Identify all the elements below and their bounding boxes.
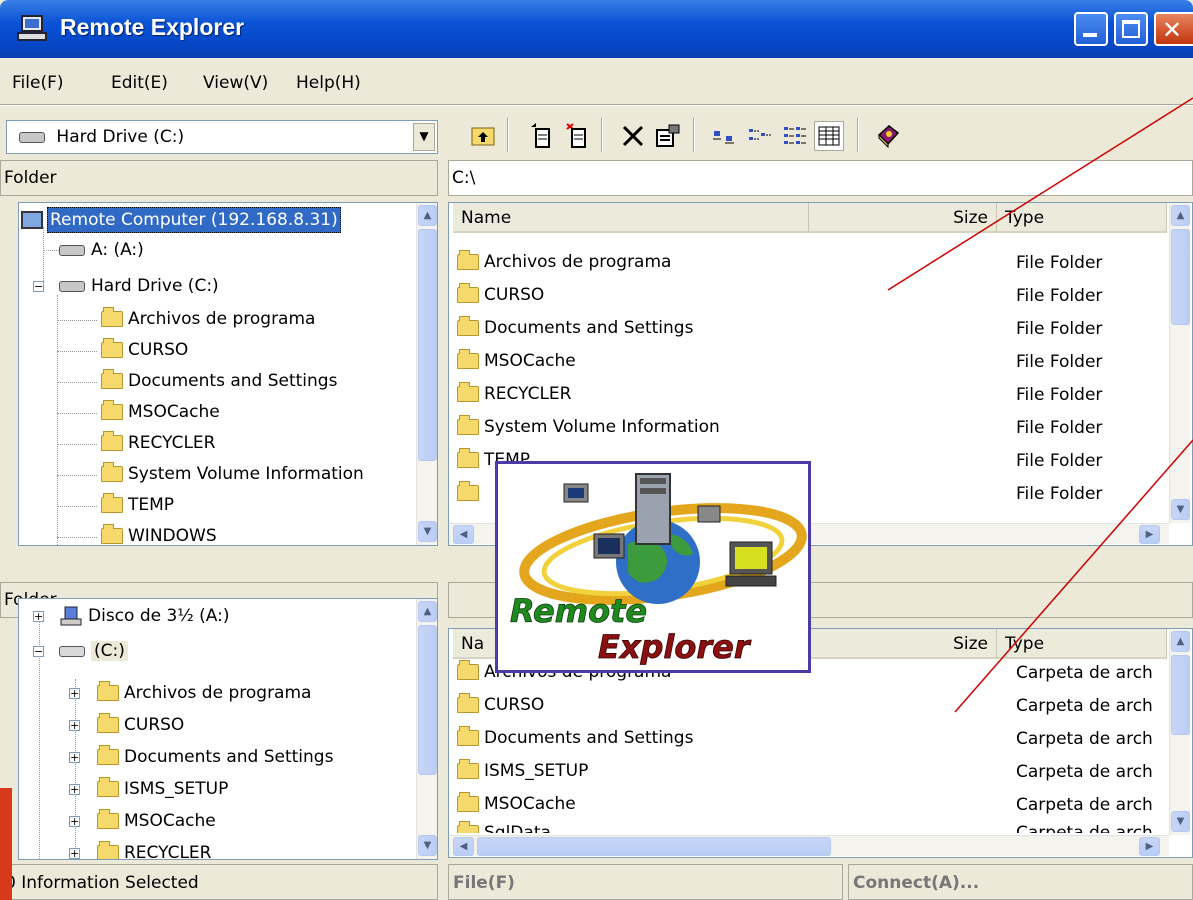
annotation-line (954, 439, 1193, 713)
remote-explorer-window: Remote Explorer ✕ File(F) Edit(E) View(V… (0, 0, 1193, 900)
logo-text-remote: Remote (510, 592, 647, 630)
annotation-line (887, 97, 1193, 291)
network-globe-icon: Remote Explorer (510, 473, 807, 666)
annotation-lines (887, 97, 1193, 713)
decorative-red-bar (0, 788, 12, 900)
remote-explorer-logo: Remote Explorer (495, 461, 811, 673)
logo-text-explorer: Explorer (598, 628, 752, 666)
